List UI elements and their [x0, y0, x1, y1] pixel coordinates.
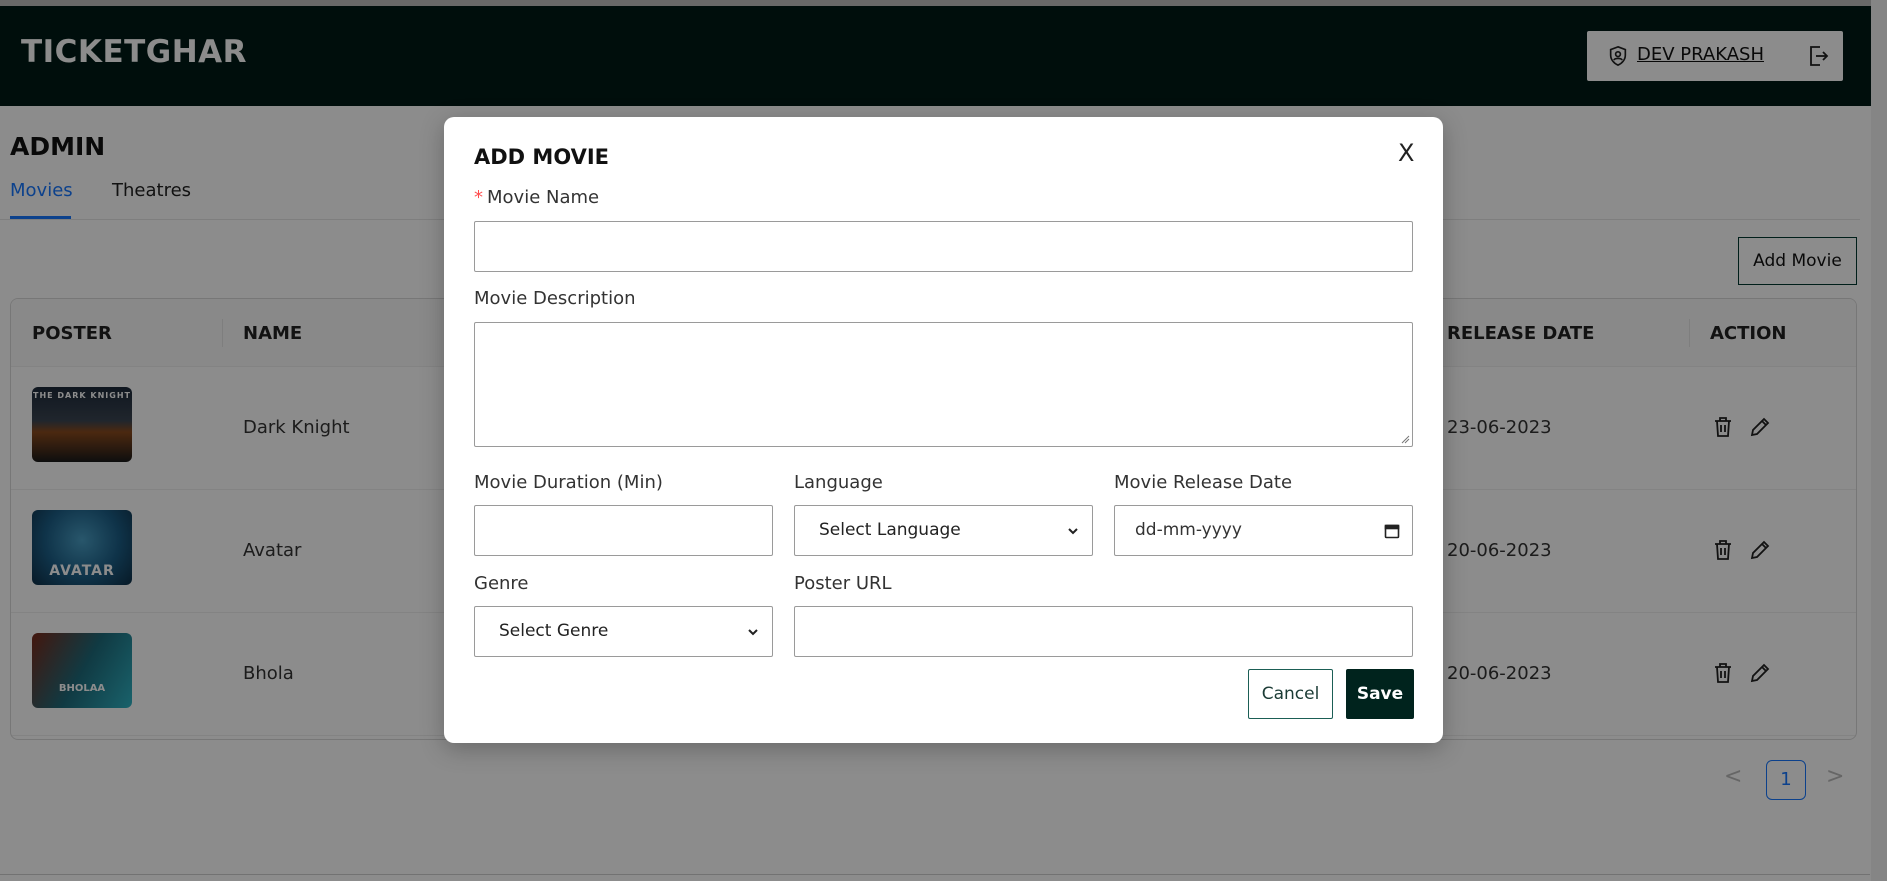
resize-grip-icon[interactable] — [1400, 434, 1410, 444]
chevron-down-icon — [748, 629, 758, 636]
movie-description-label: Movie Description — [474, 288, 636, 309]
chevron-down-icon — [1068, 528, 1078, 535]
genre-select-value: Select Genre — [499, 621, 609, 641]
movie-name-input[interactable] — [474, 221, 1413, 272]
language-label: Language — [794, 472, 883, 493]
release-date-input[interactable]: dd-mm-yyyy — [1114, 505, 1413, 556]
save-button[interactable]: Save — [1346, 669, 1414, 719]
movie-name-label-text: Movie Name — [487, 187, 600, 208]
calendar-icon[interactable] — [1384, 523, 1400, 539]
poster-url-label: Poster URL — [794, 573, 892, 594]
movie-description-textarea[interactable] — [474, 322, 1413, 447]
close-icon[interactable]: X — [1398, 139, 1414, 167]
movie-duration-input[interactable] — [474, 505, 773, 556]
add-movie-dialog: ADD MOVIE X * Movie Name Movie Descriptio… — [444, 117, 1443, 743]
language-select[interactable]: Select Language — [794, 505, 1093, 556]
movie-duration-label: Movie Duration (Min) — [474, 472, 663, 493]
release-date-label: Movie Release Date — [1114, 472, 1293, 493]
genre-select[interactable]: Select Genre — [474, 606, 773, 657]
poster-url-input[interactable] — [794, 606, 1413, 657]
movie-name-label: * Movie Name — [474, 187, 599, 208]
required-mark: * — [474, 187, 483, 208]
dialog-title: ADD MOVIE — [474, 145, 610, 169]
release-date-placeholder: dd-mm-yyyy — [1135, 520, 1242, 540]
cancel-button[interactable]: Cancel — [1248, 669, 1333, 719]
genre-label: Genre — [474, 573, 529, 594]
language-select-value: Select Language — [819, 520, 961, 540]
